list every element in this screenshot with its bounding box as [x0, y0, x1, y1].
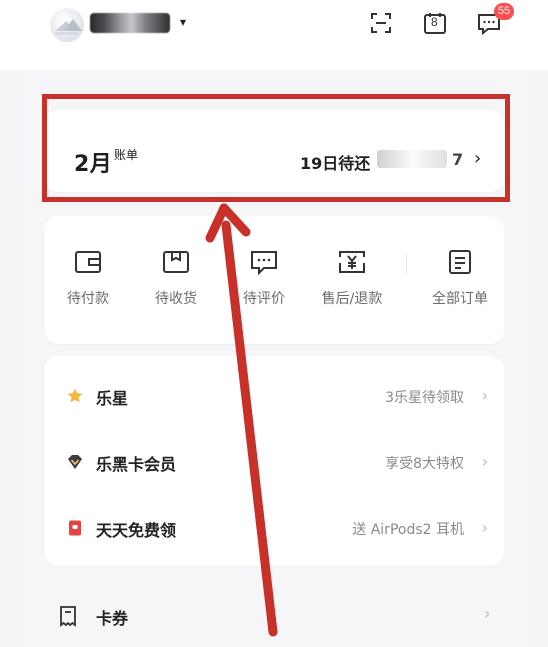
menu-value: 享受8大特权 — [385, 456, 464, 472]
menu-row-free-daily[interactable]: 天天免费领 送 AirPods2 耳机 › — [44, 498, 504, 558]
avatar-mountain-shape — [64, 19, 82, 31]
orders-card: 待付款 待收货 待评价 售后/退款 全部订单 — [44, 216, 504, 344]
menu-title: 天天免费领 — [96, 521, 177, 540]
benefits-card: 乐星 3乐星待领取 › 乐黑卡会员 享受8大特权 › 天天免费领 送 AirPo… — [44, 356, 504, 566]
menu-row-black-card[interactable]: 乐黑卡会员 享受8大特权 › — [44, 432, 504, 492]
order-divider — [406, 254, 407, 274]
chevron-right-icon: › — [481, 452, 488, 471]
chevron-right-icon: › — [484, 604, 491, 623]
comment-icon — [251, 251, 277, 276]
order-list-icon — [449, 250, 471, 274]
chevron-right-icon: › — [481, 518, 488, 537]
order-pending-review[interactable]: 待评价 — [220, 248, 308, 318]
order-label: 售后/退款 — [321, 291, 383, 307]
order-label: 全部订单 — [432, 291, 488, 307]
avatar[interactable] — [50, 8, 84, 42]
chevron-right-icon: › — [481, 386, 488, 405]
menu-value: 3乐星待领取 — [385, 390, 464, 406]
order-label: 待评价 — [243, 291, 285, 307]
diamond-icon — [68, 455, 82, 469]
scan-icon[interactable] — [368, 10, 394, 36]
menu-title: 乐黑卡会员 — [96, 455, 177, 474]
coupon-icon — [60, 606, 76, 627]
wallet-icon — [75, 251, 101, 273]
annotation-highlight-box — [42, 94, 510, 202]
account-dropdown-icon[interactable]: ▾ — [180, 15, 186, 29]
order-pending-payment[interactable]: 待付款 — [44, 248, 132, 318]
username-redacted[interactable] — [90, 13, 170, 33]
order-label: 待收货 — [155, 291, 197, 307]
message-badge: 55 — [494, 3, 514, 20]
top-bar: ▾ 8 55 — [0, 0, 548, 70]
menu-value: 送 AirPods2 耳机 — [352, 522, 464, 538]
gift-icon — [69, 520, 81, 536]
coupon-row[interactable]: 卡券 › — [22, 587, 526, 647]
order-after-sales[interactable]: 售后/退款 — [308, 248, 396, 318]
order-pending-delivery[interactable]: 待收货 — [132, 248, 220, 318]
order-label: 待付款 — [67, 291, 109, 307]
menu-title: 乐星 — [96, 389, 129, 408]
package-icon — [163, 251, 189, 273]
coupon-title: 卡券 — [96, 609, 129, 628]
refund-icon — [339, 251, 365, 273]
calendar-day: 8 — [431, 15, 438, 29]
avatar-caption-shape — [55, 32, 79, 35]
menu-row-lexing[interactable]: 乐星 3乐星待领取 › — [44, 366, 504, 426]
star-icon — [67, 388, 83, 403]
order-all[interactable]: 全部订单 — [416, 248, 504, 318]
